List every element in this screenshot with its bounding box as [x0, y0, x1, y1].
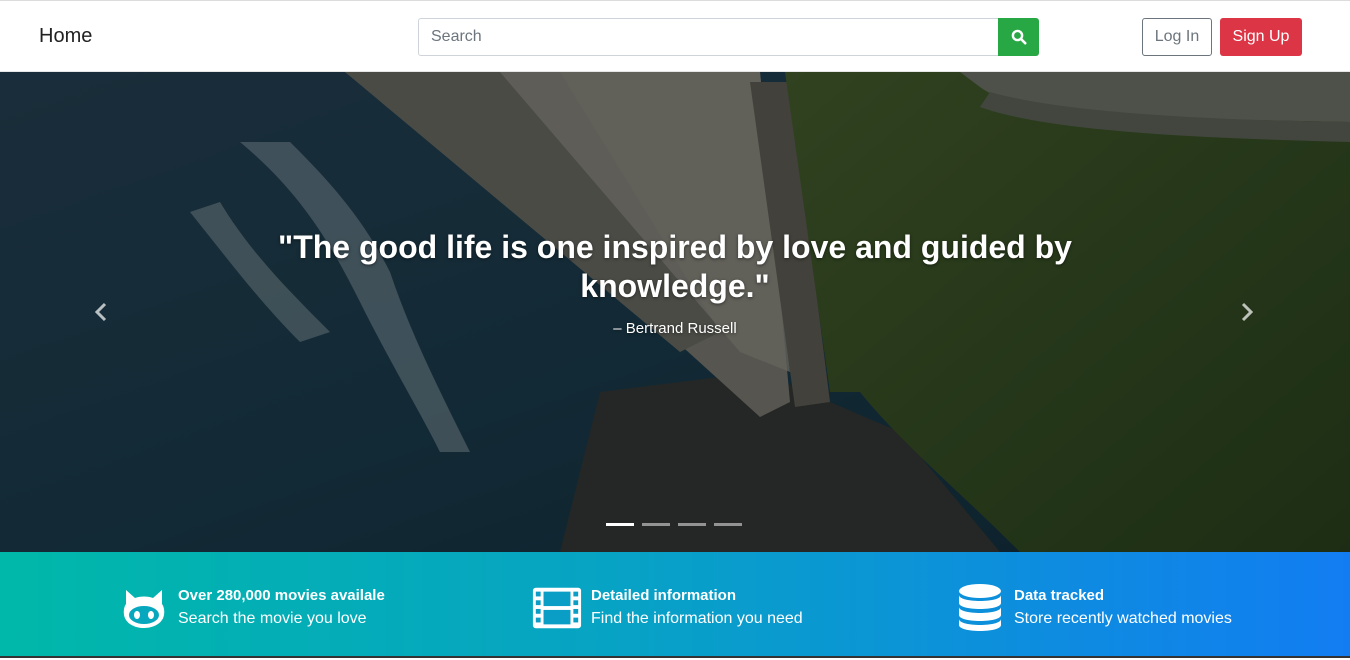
github-icon [123, 590, 165, 628]
feature-movies: Over 280,000 movies availale Search the … [118, 582, 385, 634]
feature-description: Store recently watched movies [1014, 610, 1232, 627]
chevron-right-icon [1241, 302, 1254, 322]
carousel-indicator[interactable] [642, 523, 670, 526]
feature-title: Detailed information [591, 587, 737, 604]
carousel-indicator[interactable] [606, 523, 634, 526]
feature-description: Search the movie you love [178, 610, 367, 627]
search-input[interactable] [418, 18, 998, 56]
carousel-indicators [606, 523, 742, 526]
feature-tracking: Data tracked Store recently watched movi… [954, 582, 1232, 634]
carousel-indicator[interactable] [714, 523, 742, 526]
film-icon [532, 587, 582, 629]
features-band: Over 280,000 movies availale Search the … [0, 552, 1350, 658]
navbar: Home Log In Sign Up [0, 0, 1350, 72]
chevron-left-icon [94, 302, 107, 322]
feature-title: Over 280,000 movies availale [178, 587, 385, 604]
database-icon [959, 584, 1001, 631]
carousel-prev-button[interactable] [86, 292, 116, 332]
carousel-quote: "The good life is one inspired by love a… [278, 229, 1072, 304]
search-button[interactable] [998, 18, 1039, 56]
feature-description: Find the information you need [591, 610, 803, 627]
home-link[interactable]: Home [39, 25, 92, 48]
carousel-caption: "The good life is one inspired by love a… [275, 228, 1075, 337]
hero-carousel: "The good life is one inspired by love a… [0, 72, 1350, 552]
login-button[interactable]: Log In [1142, 18, 1212, 56]
signup-button[interactable]: Sign Up [1220, 18, 1302, 56]
search-form [418, 18, 1039, 56]
carousel-indicator[interactable] [678, 523, 706, 526]
carousel-next-button[interactable] [1232, 292, 1262, 332]
feature-title: Data tracked [1014, 587, 1105, 604]
search-icon [1011, 29, 1026, 45]
carousel-author: – Bertrand Russell [613, 320, 737, 337]
feature-information: Detailed information Find the informatio… [531, 582, 803, 634]
